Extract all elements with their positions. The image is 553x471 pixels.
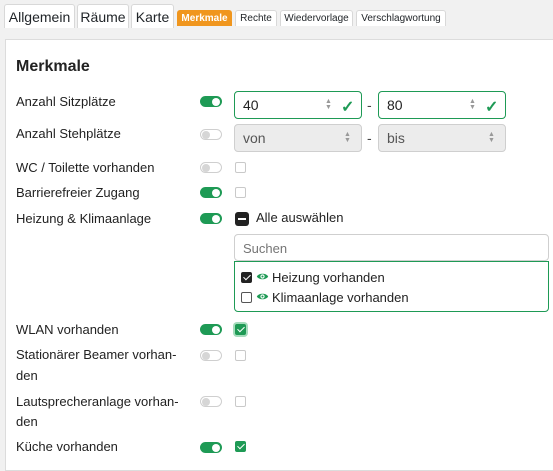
- checkbox-beamer[interactable]: [235, 350, 246, 361]
- multiselect-options: Heizung vorhanden Klimaanlage vorhanden: [234, 261, 549, 312]
- label-wlan: WLAN vorhanden: [16, 322, 119, 337]
- select-all-checkbox[interactable]: [235, 212, 249, 226]
- eye-icon[interactable]: [256, 290, 269, 303]
- select-all-label: Alle auswählen: [256, 210, 344, 225]
- tab-karte[interactable]: Karte: [131, 4, 174, 28]
- page-title: Merkmale: [16, 58, 90, 75]
- toggle-beamer[interactable]: [200, 350, 222, 361]
- stehplaetze-from-placeholder: von: [243, 130, 266, 146]
- range-separator: -: [367, 130, 372, 146]
- checkbox-barrierefrei[interactable]: [235, 187, 246, 198]
- toggle-wc[interactable]: [200, 162, 222, 173]
- sitzplaetze-from-value: 40: [243, 97, 259, 113]
- eye-icon[interactable]: [256, 270, 269, 283]
- label-sitzplaetze: Anzahl Sitzplätze: [16, 94, 116, 109]
- toggle-kueche[interactable]: [200, 442, 222, 453]
- stehplaetze-to-input[interactable]: bis ▲ ▼: [378, 124, 506, 152]
- tab-rechte[interactable]: Rechte: [235, 10, 277, 26]
- stehplaetze-to-placeholder: bis: [387, 130, 405, 146]
- search-input[interactable]: [235, 235, 545, 262]
- label-lautsprecher-line1: Lautsprecheranlage vorhan-: [16, 394, 179, 409]
- tab-raeume[interactable]: Räume: [77, 4, 129, 28]
- toggle-barrierefrei[interactable]: [200, 187, 222, 198]
- checkbox-wc[interactable]: [235, 162, 246, 173]
- multiselect-search[interactable]: [234, 234, 549, 262]
- label-kueche: Küche vorhanden: [16, 439, 118, 454]
- toggle-sitzplaetze[interactable]: [200, 96, 222, 107]
- checkbox-lautsprecher[interactable]: [235, 396, 246, 407]
- tab-verschlagwortung[interactable]: Verschlagwortung: [356, 10, 446, 26]
- option-checkbox[interactable]: [241, 272, 252, 283]
- toggle-lautsprecher[interactable]: [200, 396, 222, 407]
- spinner-icon[interactable]: ▲ ▼: [468, 98, 477, 112]
- stehplaetze-from-input[interactable]: von ▲ ▼: [234, 124, 362, 152]
- label-barrierefrei: Barrierefreier Zugang: [16, 185, 140, 200]
- check-icon: ✓: [341, 99, 355, 116]
- tab-wiedervorlage[interactable]: Wiedervorlage: [280, 10, 353, 26]
- label-beamer-line2: den: [16, 368, 38, 383]
- checkbox-kueche[interactable]: [235, 441, 246, 452]
- toggle-wlan[interactable]: [200, 324, 222, 335]
- toggle-heizung[interactable]: [200, 213, 222, 224]
- label-lautsprecher-line2: den: [16, 414, 38, 429]
- label-stehplaetze: Anzahl Stehplätze: [16, 126, 121, 141]
- sitzplaetze-from-input[interactable]: 40 ▲ ▼ ✓: [234, 91, 362, 119]
- sitzplaetze-to-input[interactable]: 80 ▲ ▼ ✓: [378, 91, 506, 119]
- tab-bar: Allgemein Räume Karte Merkmale Rechte Wi…: [0, 0, 553, 28]
- range-separator: -: [367, 97, 372, 113]
- spinner-icon[interactable]: ▲ ▼: [343, 131, 352, 145]
- label-heizung: Heizung & Klimaanlage: [16, 211, 152, 226]
- spinner-icon[interactable]: ▲ ▼: [324, 98, 333, 112]
- spinner-icon[interactable]: ▲ ▼: [487, 131, 496, 145]
- tab-merkmale[interactable]: Merkmale: [177, 10, 232, 26]
- sitzplaetze-to-value: 80: [387, 97, 403, 113]
- toggle-stehplaetze[interactable]: [200, 129, 222, 140]
- check-icon: ✓: [485, 99, 499, 116]
- checkbox-wlan[interactable]: [235, 324, 246, 335]
- label-wc: WC / Toilette vorhanden: [16, 160, 155, 175]
- option-checkbox[interactable]: [241, 292, 252, 303]
- label-beamer-line1: Stationärer Beamer vorhan-: [16, 347, 177, 362]
- option-label: Heizung vorhanden: [272, 270, 385, 285]
- option-label: Klimaanlage vorhanden: [272, 290, 409, 305]
- tab-allgemein[interactable]: Allgemein: [4, 4, 75, 28]
